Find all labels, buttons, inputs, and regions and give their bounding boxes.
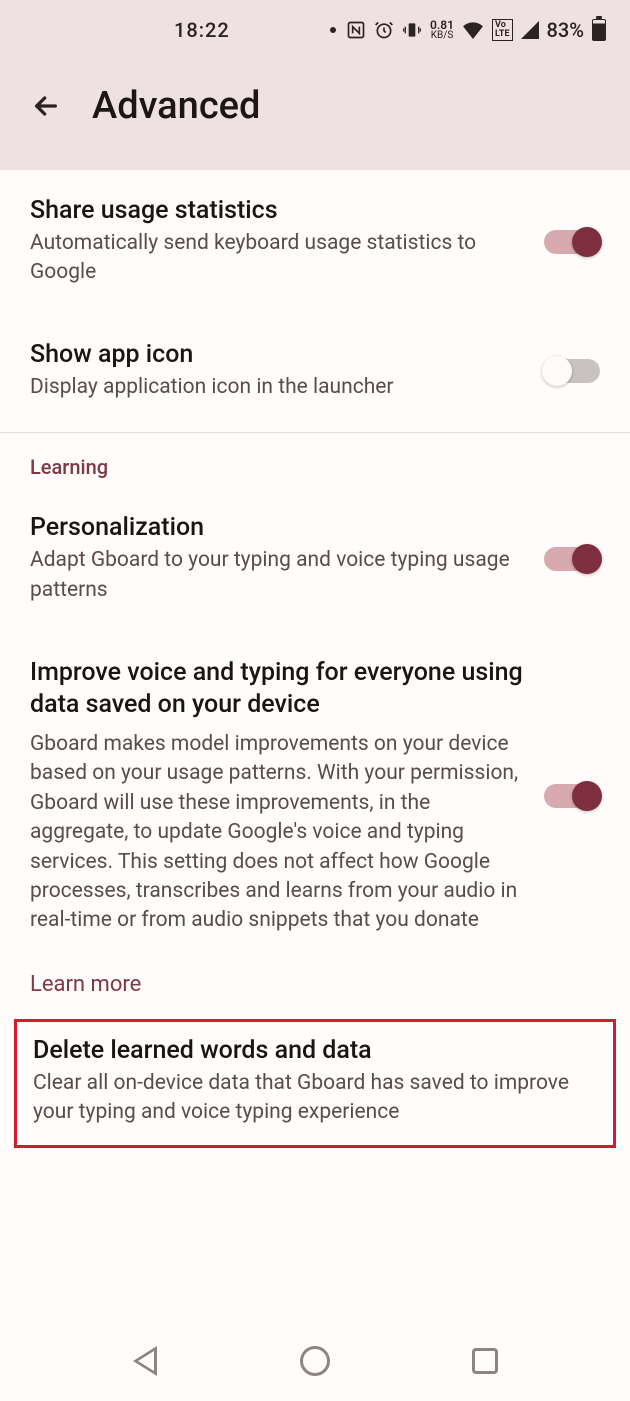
status-time: 18:22 — [174, 18, 230, 42]
toggle-improve-voice-typing[interactable] — [544, 784, 600, 808]
alarm-icon — [374, 20, 394, 40]
battery-icon — [592, 19, 606, 41]
vibrate-icon — [402, 20, 422, 40]
pref-share-usage-stats[interactable]: Share usage statistics Automatically sen… — [0, 170, 630, 314]
pref-subtitle: Clear all on-device data that Gboard has… — [33, 1069, 597, 1128]
page-title: Advanced — [92, 84, 260, 128]
pref-subtitle: Adapt Gboard to your typing and voice ty… — [30, 546, 524, 605]
pref-delete-learned-words[interactable]: Delete learned words and data Clear all … — [14, 1019, 616, 1149]
pref-title: Show app icon — [30, 340, 524, 369]
learn-more-link[interactable]: Learn more — [0, 962, 630, 1019]
pref-title: Improve voice and typing for everyone us… — [30, 657, 524, 722]
nav-recent-button[interactable] — [465, 1341, 505, 1381]
volte-icon: VoLTE — [492, 19, 513, 41]
pref-personalization[interactable]: Personalization Adapt Gboard to your typ… — [0, 487, 630, 631]
signal-icon — [521, 21, 539, 39]
pref-improve-voice-typing[interactable]: Improve voice and typing for everyone us… — [0, 631, 630, 962]
nfc-icon — [346, 20, 366, 40]
nav-home-button[interactable] — [295, 1341, 335, 1381]
settings-list: Share usage statistics Automatically sen… — [0, 170, 630, 1148]
nav-back-button[interactable] — [125, 1341, 165, 1381]
toggle-show-app-icon[interactable] — [544, 359, 600, 383]
wifi-icon — [462, 21, 484, 39]
category-learning: Learning — [0, 433, 630, 487]
pref-title: Delete learned words and data — [33, 1036, 597, 1065]
pref-title: Personalization — [30, 513, 524, 542]
battery-percent: 83% — [547, 18, 584, 42]
toggle-personalization[interactable] — [544, 547, 600, 571]
network-speed: 0.81 KB/S — [430, 19, 454, 41]
pref-subtitle: Automatically send keyboard usage statis… — [30, 229, 524, 288]
back-button[interactable] — [28, 88, 64, 124]
status-dot-icon — [330, 27, 336, 33]
pref-subtitle: Display application icon in the launcher — [30, 373, 524, 402]
pref-title: Share usage statistics — [30, 196, 524, 225]
toggle-share-usage-stats[interactable] — [544, 230, 600, 254]
status-bar: 18:22 0.81 KB/S VoLTE 83% — [0, 0, 630, 60]
pref-show-app-icon[interactable]: Show app icon Display application icon i… — [0, 314, 630, 428]
pref-subtitle: Gboard makes model improvements on your … — [30, 730, 524, 936]
navigation-bar — [0, 1321, 630, 1401]
